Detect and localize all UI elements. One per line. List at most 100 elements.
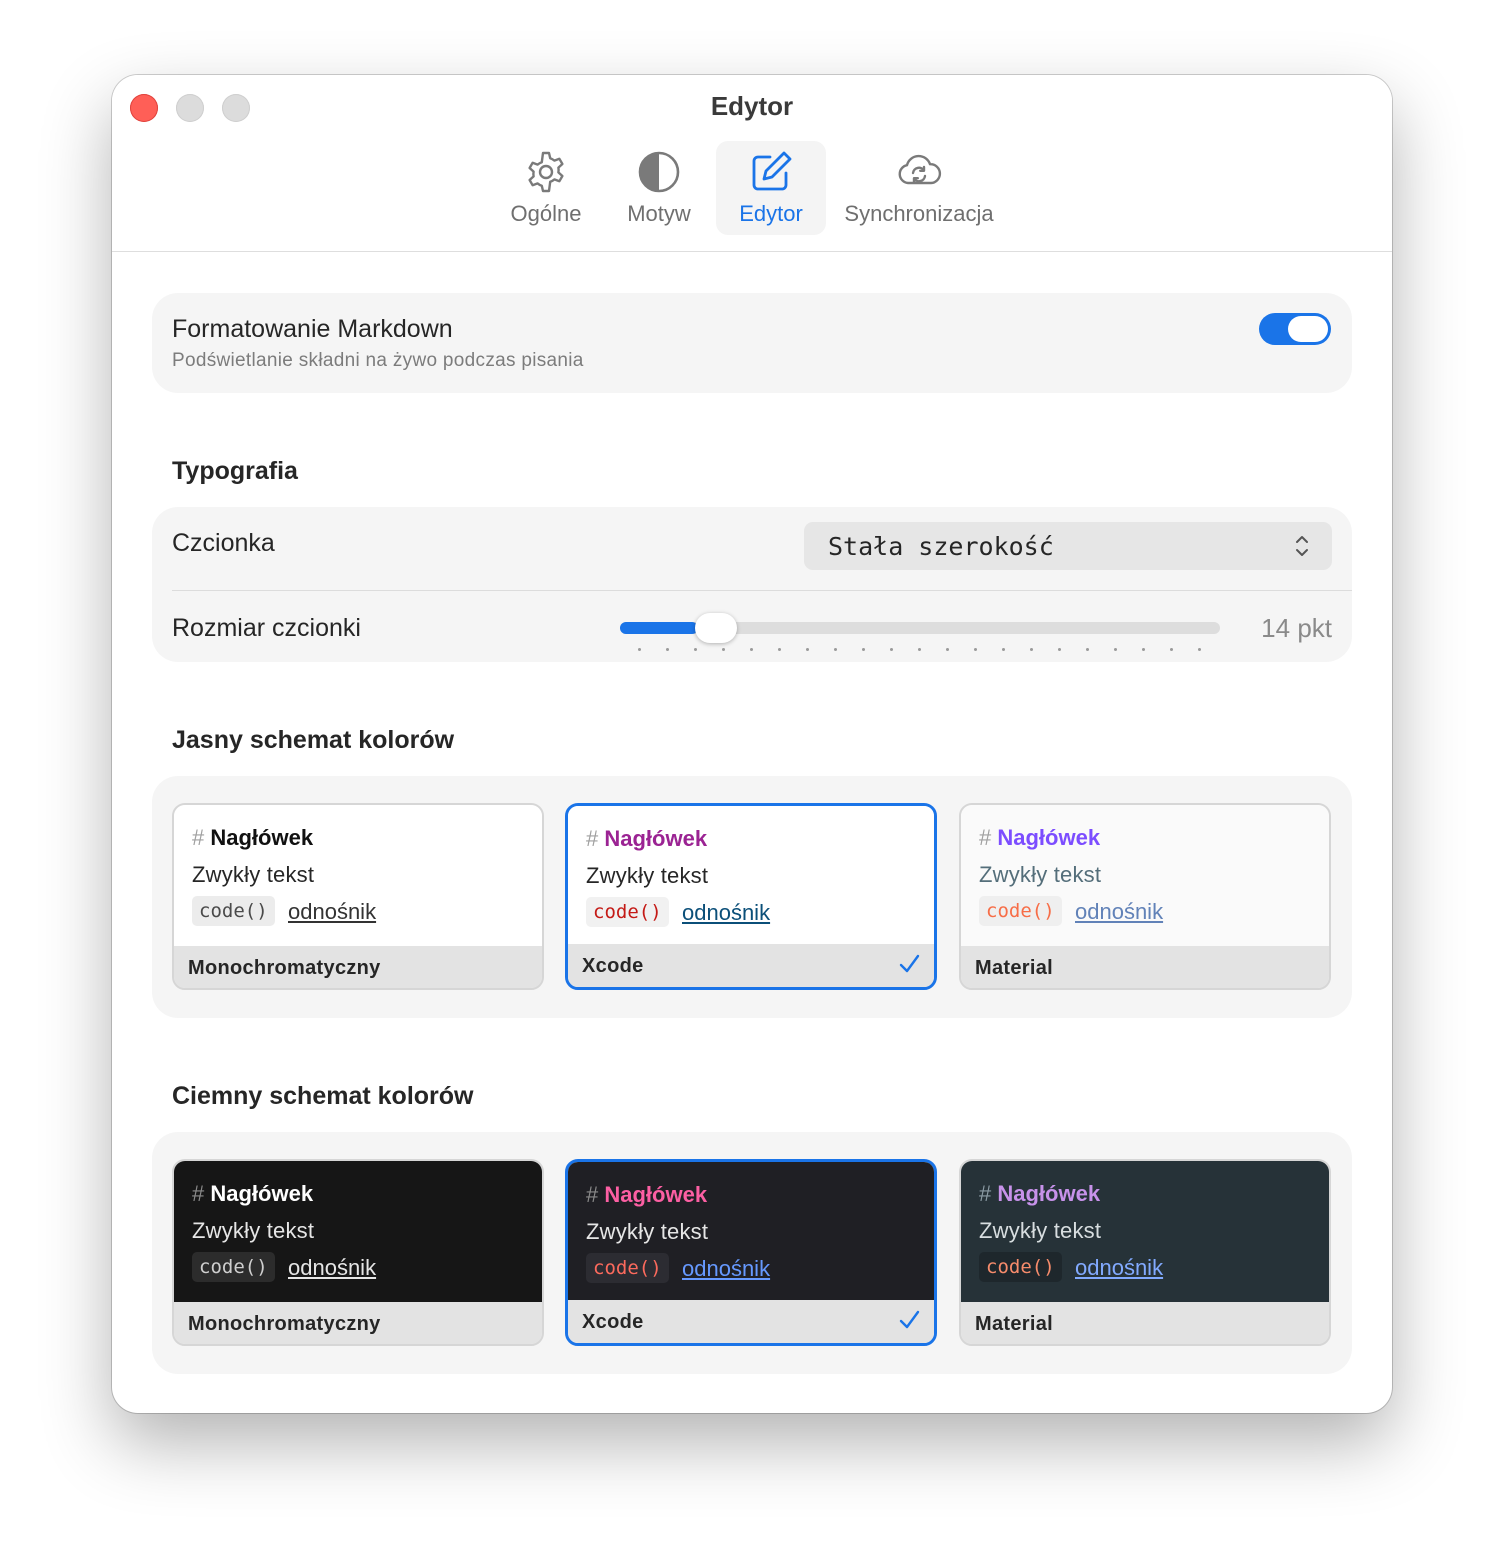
gear-icon <box>528 151 564 193</box>
preview-link: odnośnik <box>288 899 377 924</box>
preview-heading: # Nagłówek <box>979 825 1100 851</box>
slider-thumb[interactable] <box>695 613 737 643</box>
slider-tick <box>1002 648 1005 651</box>
chevron-up-down-icon <box>1296 536 1308 556</box>
markdown-toggle[interactable] <box>1259 313 1331 345</box>
slider-tick <box>1086 648 1089 651</box>
scheme-preview: # Nagłówek Zwykły tekst code() odnośnik <box>174 805 542 946</box>
preview-link: odnośnik <box>1075 1255 1164 1280</box>
font-size-slider[interactable] <box>620 613 1220 654</box>
font-size-label: Rozmiar czcionki <box>172 614 361 642</box>
preview-code: code() <box>979 1252 1062 1282</box>
markdown-group: Formatowanie Markdown Podświetlanie skła… <box>152 293 1352 393</box>
tab-sync[interactable]: Synchronizacja <box>836 141 1002 235</box>
slider-tick <box>638 648 641 651</box>
scheme-name: Monochromatyczny <box>188 1313 381 1335</box>
typography-heading: Typografia <box>172 457 298 485</box>
slider-tick <box>918 648 921 651</box>
slider-tick <box>806 648 809 651</box>
edit-icon <box>752 151 792 191</box>
font-select-value: Stała szerokość <box>828 532 1054 561</box>
preview-heading-text: Nagłówek <box>210 1181 314 1206</box>
preview-link: odnośnik <box>682 900 771 925</box>
preview-code: code() <box>192 1252 275 1282</box>
scheme-footer: Xcode <box>568 1300 934 1343</box>
preview-heading-text: Nagłówek <box>997 1181 1101 1206</box>
scheme-footer: Monochromatyczny <box>174 1302 542 1344</box>
scheme-card-monochromatyczny[interactable]: # Nagłówek Zwykły tekst code() odnośnik Mono… <box>172 803 544 990</box>
font-select[interactable]: Stała szerokość <box>804 522 1332 570</box>
slider-tick <box>750 648 753 651</box>
tab-general[interactable]: Ogólne <box>496 141 596 235</box>
preview-plain-text: Zwykły tekst <box>586 863 709 888</box>
tab-editor[interactable]: Edytor <box>716 141 826 235</box>
typography-divider <box>172 590 1352 591</box>
scheme-name: Xcode <box>582 955 644 977</box>
scheme-preview: # Nagłówek Zwykły tekst code() odnośnik <box>568 806 934 944</box>
tab-sync-label: Synchronizacja <box>844 201 994 226</box>
scheme-card-material[interactable]: # Nagłówek Zwykły tekst code() odnośnik Mate… <box>959 803 1331 990</box>
font-label: Czcionka <box>172 529 275 557</box>
light-scheme-group: # Nagłówek Zwykły tekst code() odnośnik Mono… <box>152 776 1352 1018</box>
scheme-name: Material <box>975 1313 1053 1335</box>
preview-hash: # <box>979 825 992 850</box>
markdown-subtitle: Podświetlanie składni na żywo podczas pi… <box>172 350 584 371</box>
slider-tick <box>890 648 893 651</box>
window-title: Edytor <box>710 91 794 121</box>
preview-heading: # Nagłówek <box>586 1182 707 1208</box>
slider-tick <box>778 648 781 651</box>
slider-tick <box>862 648 865 651</box>
cloud-sync-icon <box>898 154 942 185</box>
slider-tick <box>1198 648 1201 651</box>
slider-tick <box>1030 648 1033 651</box>
slider-tick <box>1114 648 1117 651</box>
light-scheme-heading: Jasny schemat kolorów <box>172 726 455 754</box>
tab-theme[interactable]: Motyw <box>612 141 706 235</box>
tab-editor-label: Edytor <box>739 201 803 226</box>
preview-plain-text: Zwykły tekst <box>192 862 315 887</box>
scheme-card-xcode[interactable]: # Nagłówek Zwykły tekst code() odnośnik Xcod… <box>565 1159 937 1346</box>
slider-tick <box>834 648 837 651</box>
scheme-preview: # Nagłówek Zwykły tekst code() odnośnik <box>961 805 1329 946</box>
titlebar: Edytor Ogólne Motyw Edytor Synchronizacj… <box>112 75 1392 252</box>
preview-hash: # <box>192 1181 205 1206</box>
slider-tick <box>722 648 725 651</box>
dark-scheme-heading: Ciemny schemat kolorów <box>172 1082 474 1110</box>
preview-code: code() <box>979 896 1062 926</box>
preview-hash: # <box>586 1182 599 1207</box>
scheme-card-monochromatyczny[interactable]: # Nagłówek Zwykły tekst code() odnośnik Mono… <box>172 1159 544 1346</box>
scheme-card-xcode[interactable]: # Nagłówek Zwykły tekst code() odnośnik Xcod… <box>565 803 937 990</box>
slider-tick <box>1142 648 1145 651</box>
slider-tick <box>1170 648 1173 651</box>
tab-theme-label: Motyw <box>627 201 691 226</box>
preview-heading-text: Nagłówek <box>997 825 1101 850</box>
preview-heading-text: Nagłówek <box>210 825 314 850</box>
preview-heading: # Nagłówek <box>192 825 313 851</box>
preview-plain-text: Zwykły tekst <box>979 1218 1102 1243</box>
slider-tick <box>946 648 949 651</box>
slider-tick <box>1058 648 1061 651</box>
scheme-card-material[interactable]: # Nagłówek Zwykły tekst code() odnośnik Mate… <box>959 1159 1331 1346</box>
preview-link: odnośnik <box>682 1256 771 1281</box>
preview-heading: # Nagłówek <box>586 826 707 852</box>
scheme-preview: # Nagłówek Zwykły tekst code() odnośnik <box>568 1162 934 1300</box>
typography-group: Czcionka Stała szerokość Rozmiar czcionk… <box>152 507 1352 662</box>
slider-tick <box>974 648 977 651</box>
preview-heading: # Nagłówek <box>192 1181 313 1207</box>
toggle-knob <box>1288 316 1328 342</box>
preview-heading-text: Nagłówek <box>604 826 708 851</box>
preview-heading: # Nagłówek <box>979 1181 1100 1207</box>
preview-hash: # <box>586 826 599 851</box>
preview-heading-text: Nagłówek <box>604 1182 708 1207</box>
scheme-footer: Xcode <box>568 944 934 987</box>
markdown-title: Formatowanie Markdown <box>172 315 453 343</box>
preview-plain-text: Zwykły tekst <box>192 1218 315 1243</box>
preview-code: code() <box>192 896 275 926</box>
scheme-footer: Material <box>961 946 1329 988</box>
scheme-preview: # Nagłówek Zwykły tekst code() odnośnik <box>961 1161 1329 1302</box>
preview-hash: # <box>192 825 205 850</box>
tab-general-label: Ogólne <box>510 201 582 226</box>
preview-plain-text: Zwykły tekst <box>586 1219 709 1244</box>
preview-code: code() <box>586 1253 669 1283</box>
dark-scheme-group: # Nagłówek Zwykły tekst code() odnośnik Mono… <box>152 1132 1352 1374</box>
